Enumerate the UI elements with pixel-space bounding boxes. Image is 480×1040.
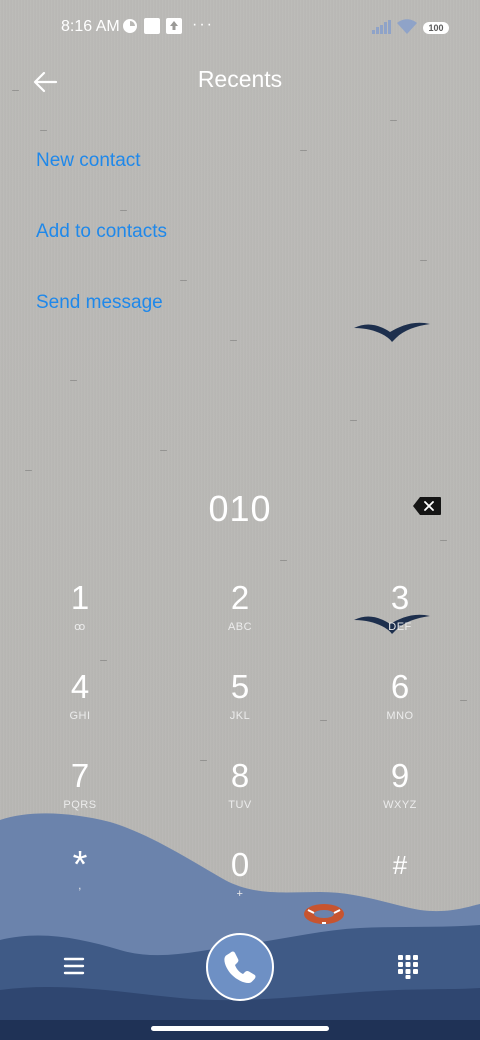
key-digit: # (392, 850, 408, 880)
key-1[interactable]: 1 ꝏ (20, 580, 140, 660)
key-6[interactable]: 6 MNO (340, 669, 460, 749)
more-notifications: ··· (192, 16, 214, 33)
key-letters: + (236, 888, 244, 900)
key-star[interactable]: * , (20, 844, 140, 927)
new-contact-link[interactable]: New contact (36, 150, 141, 172)
key-0[interactable]: 0 + (180, 847, 300, 927)
key-letters: PQRS (63, 799, 97, 811)
wifi-icon (397, 19, 417, 34)
data-saver-icon (123, 19, 137, 33)
signal-icon (372, 20, 391, 34)
menu-icon[interactable] (60, 952, 88, 980)
backspace-icon[interactable] (412, 496, 442, 516)
key-digit: 8 (230, 757, 250, 794)
key-digit: 1 (70, 579, 90, 616)
key-digit: 9 (390, 757, 410, 794)
page-title: Recents (197, 66, 283, 92)
key-digit: 4 (70, 668, 90, 705)
key-letters: DEF (388, 621, 412, 633)
key-9[interactable]: 9 WXYZ (340, 758, 460, 838)
key-hash[interactable]: # (340, 847, 460, 927)
key-7[interactable]: 7 PQRS (20, 758, 140, 838)
key-5[interactable]: 5 JKL (180, 669, 300, 749)
key-letters: JKL (229, 710, 251, 722)
add-to-contacts-link[interactable]: Add to contacts (36, 221, 167, 243)
dialpad-icon[interactable] (394, 952, 422, 980)
key-digit: 2 (230, 579, 250, 616)
key-digit: * (72, 844, 88, 886)
upload-notification-icon (166, 18, 182, 34)
status-time: 8:16 AM (61, 18, 120, 35)
key-digit: 0 (230, 846, 250, 883)
seagull-illustration (354, 322, 430, 342)
key-letters: GHI (69, 710, 91, 722)
key-letters: WXYZ (383, 799, 417, 811)
key-letters: TUV (228, 799, 252, 811)
key-letters: , (78, 880, 82, 892)
home-indicator[interactable] (151, 1026, 329, 1031)
key-letters: MNO (386, 710, 414, 722)
phone-icon (224, 951, 256, 984)
dialed-number: 010 (208, 488, 272, 529)
square-notification-icon (144, 18, 160, 34)
key-letters: ABC (227, 621, 253, 633)
battery-icon: 100 (423, 22, 449, 34)
voicemail-icon: ꝏ (74, 621, 86, 633)
call-button[interactable] (206, 933, 274, 1001)
key-digit: 5 (230, 668, 250, 705)
send-message-link[interactable]: Send message (36, 292, 163, 314)
key-digit: 6 (390, 668, 410, 705)
key-2[interactable]: 2 ABC (180, 580, 300, 660)
key-4[interactable]: 4 GHI (20, 669, 140, 749)
key-8[interactable]: 8 TUV (180, 758, 300, 838)
key-3[interactable]: 3 DEF (340, 580, 460, 660)
key-digit: 3 (390, 579, 410, 616)
key-digit: 7 (70, 757, 90, 794)
status-bar: 8:16 AM ··· 100 (0, 0, 480, 56)
